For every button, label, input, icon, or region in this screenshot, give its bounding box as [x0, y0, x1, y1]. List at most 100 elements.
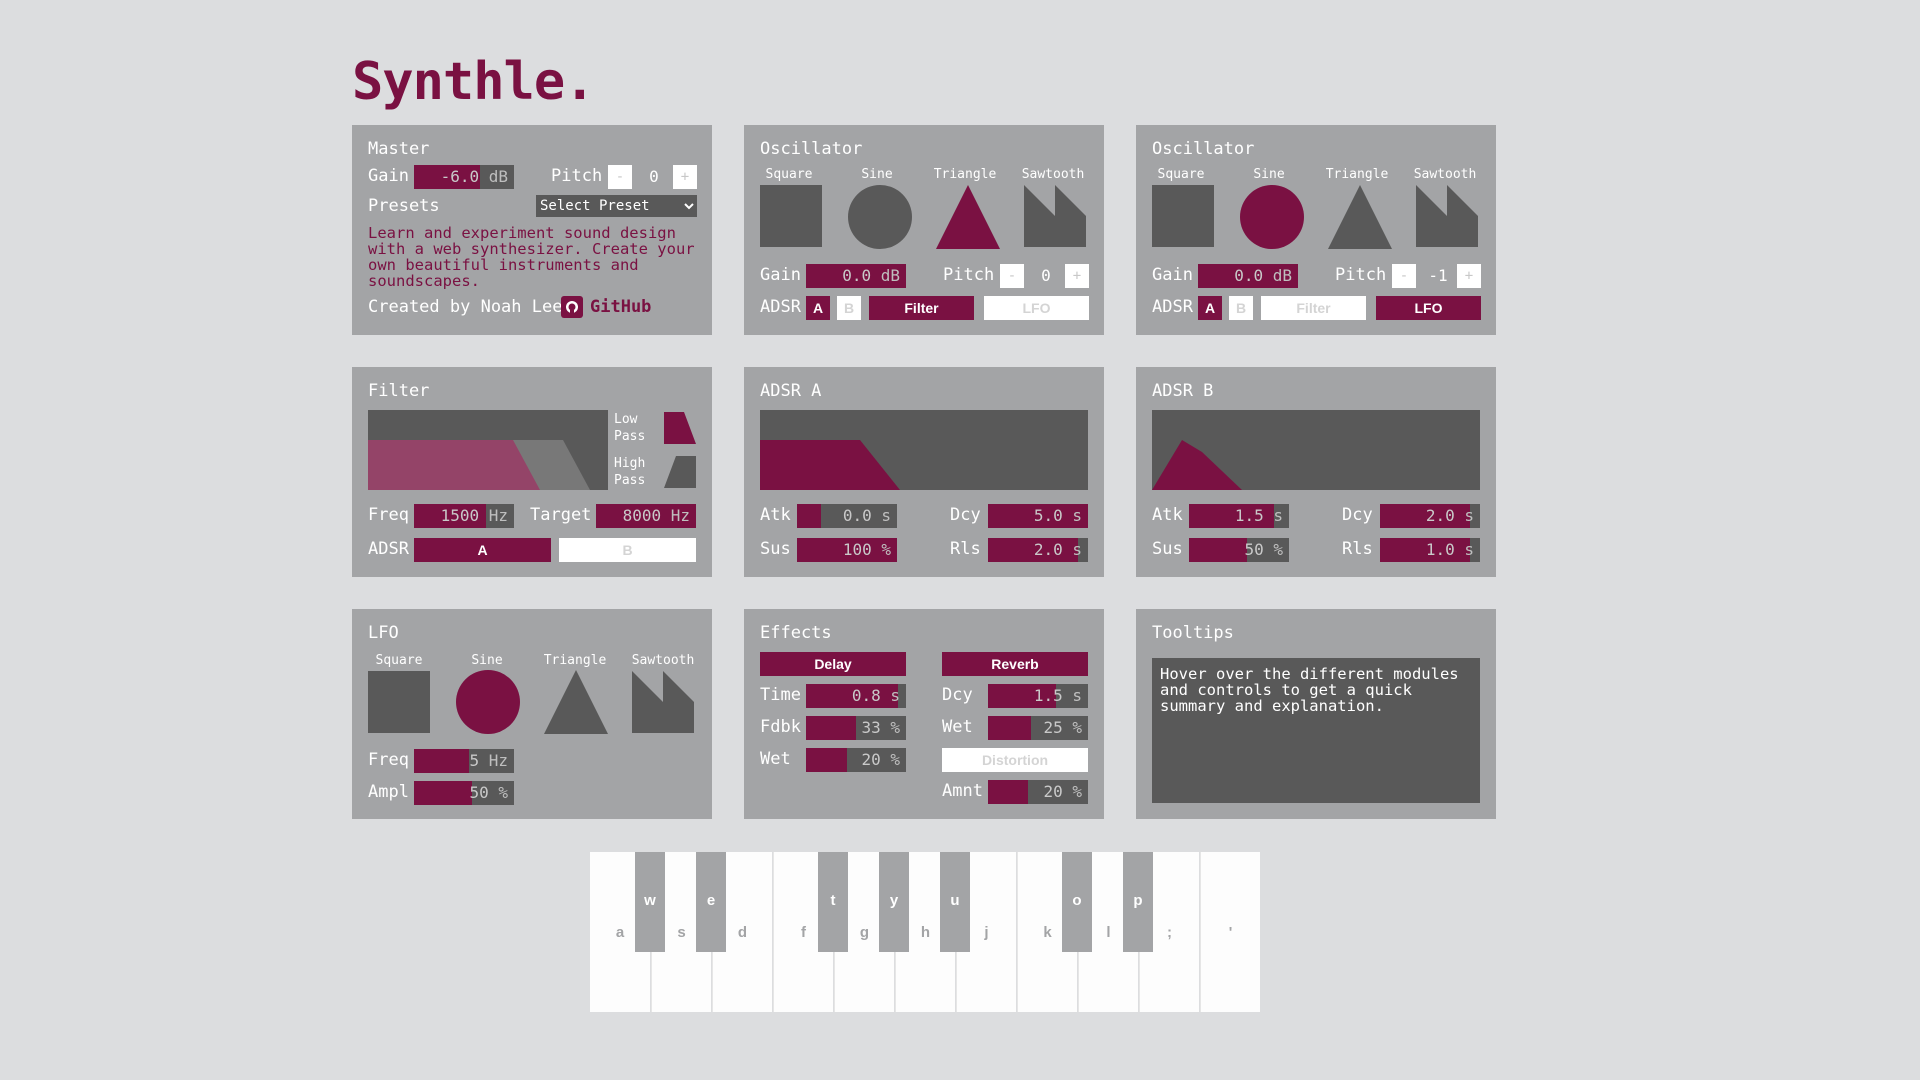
adsr-a-release-slider[interactable]: 2.0 s	[988, 538, 1088, 562]
low-pass-icon[interactable]	[664, 412, 696, 444]
wave-label-sawtooth: Sawtooth	[1021, 167, 1085, 182]
ampl-value: 50	[469, 783, 489, 802]
lfo-freq-slider[interactable]: 5 Hz	[414, 749, 514, 773]
target-value: 8000	[622, 506, 662, 525]
high-pass-icon[interactable]	[664, 456, 696, 488]
filter-toggle[interactable]: Filter	[869, 296, 974, 320]
wave-label-sawtooth: Sawtooth	[1413, 167, 1477, 182]
key-label: e	[706, 892, 716, 909]
preset-select[interactable]: Select Preset	[536, 195, 697, 217]
filter-curve-display	[368, 410, 608, 490]
square-wave-icon[interactable]	[760, 185, 822, 247]
dcy-label: Dcy	[1342, 505, 1373, 525]
key-label: y	[889, 892, 899, 909]
delay-toggle[interactable]: Delay	[760, 652, 906, 676]
black-key[interactable]: w	[635, 852, 665, 952]
atk-label: Atk	[1152, 505, 1183, 525]
pitch-increment-button[interactable]: +	[673, 165, 697, 189]
panel-heading: Oscillator	[1152, 139, 1255, 159]
adsr-label: ADSR	[1152, 297, 1193, 317]
adsr-a-decay-slider[interactable]: 5.0 s	[988, 504, 1088, 528]
triangle-wave-icon[interactable]	[936, 185, 1000, 249]
key-label: '	[1228, 924, 1233, 941]
pitch-decrement-button[interactable]: -	[608, 165, 632, 189]
reverb-toggle[interactable]: Reverb	[942, 652, 1088, 676]
delay-feedback-slider[interactable]: 33 %	[806, 716, 906, 740]
presets-label: Presets	[368, 196, 440, 216]
amnt-unit: %	[1072, 782, 1082, 801]
white-key[interactable]: '	[1200, 852, 1260, 1012]
rls-label: Rls	[950, 539, 981, 559]
osc2-gain-slider[interactable]: 0.0 dB	[1198, 264, 1298, 288]
master-panel: Master Gain -6.0 dB Pitch - 0 + Presets …	[352, 125, 712, 335]
reverb-wet-slider[interactable]: 25 %	[988, 716, 1088, 740]
adsr-b-panel: ADSR B Atk 1.5 s Dcy 2.0 s Sus 50 % Rls …	[1136, 367, 1496, 577]
atk-unit: s	[1273, 506, 1283, 525]
adsr-a-envelope-display	[760, 410, 1088, 490]
sawtooth-wave-icon[interactable]	[1024, 185, 1086, 247]
wave-label-sawtooth: Sawtooth	[631, 653, 695, 668]
black-key[interactable]: t	[818, 852, 848, 952]
adsr-label: ADSR	[760, 297, 801, 317]
square-wave-icon[interactable]	[368, 671, 430, 733]
pitch-decrement-button[interactable]: -	[1392, 264, 1416, 288]
adsr-a-sustain-slider[interactable]: 100 %	[797, 538, 897, 562]
sus-label: Sus	[1152, 539, 1183, 559]
adsr-b-attack-slider[interactable]: 1.5 s	[1189, 504, 1289, 528]
lfo-toggle[interactable]: LFO	[1376, 296, 1481, 320]
time-unit: s	[890, 686, 900, 705]
adsr-b-release-slider[interactable]: 1.0 s	[1380, 538, 1480, 562]
black-key[interactable]: e	[696, 852, 726, 952]
panel-heading: Master	[368, 139, 430, 159]
wave-label-square: Square	[765, 167, 813, 182]
description-text: Learn and experiment sound design with a…	[368, 224, 695, 290]
filter-panel: Filter Low Pass High Pass Freq 1500 Hz T…	[352, 367, 712, 577]
adsr-b-decay-slider[interactable]: 2.0 s	[1380, 504, 1480, 528]
triangle-wave-icon[interactable]	[544, 670, 608, 734]
osc1-gain-slider[interactable]: 0.0 dB	[806, 264, 906, 288]
master-gain-slider[interactable]: -6.0 dB	[414, 165, 514, 189]
pitch-increment-button[interactable]: +	[1065, 264, 1089, 288]
black-key[interactable]: u	[940, 852, 970, 952]
lfo-ampl-slider[interactable]: 50 %	[414, 781, 514, 805]
black-key[interactable]: o	[1062, 852, 1092, 952]
pitch-decrement-button[interactable]: -	[1000, 264, 1024, 288]
panel-heading: ADSR B	[1152, 381, 1214, 401]
github-link[interactable]: GitHub	[590, 297, 651, 317]
atk-value: 1.5	[1234, 506, 1264, 525]
fdbk-unit: %	[890, 718, 900, 737]
adsr-b-envelope-display	[1152, 410, 1480, 490]
triangle-wave-icon[interactable]	[1328, 185, 1392, 249]
adsr-b-toggle[interactable]: B	[1229, 296, 1253, 320]
adsr-b-toggle[interactable]: B	[559, 538, 696, 562]
adsr-b-sustain-slider[interactable]: 50 %	[1189, 538, 1289, 562]
black-key[interactable]: p	[1123, 852, 1153, 952]
sawtooth-wave-icon[interactable]	[1416, 185, 1478, 247]
github-icon[interactable]	[561, 296, 583, 318]
delay-wet-slider[interactable]: 20 %	[806, 748, 906, 772]
tooltip-display: Hover over the different modules and con…	[1152, 658, 1480, 803]
black-key[interactable]: y	[879, 852, 909, 952]
pitch-increment-button[interactable]: +	[1457, 264, 1481, 288]
square-wave-icon[interactable]	[1152, 185, 1214, 247]
delay-time-slider[interactable]: 0.8 s	[806, 684, 906, 708]
sine-wave-icon[interactable]	[456, 670, 520, 734]
distortion-toggle[interactable]: Distortion	[942, 748, 1088, 772]
sawtooth-wave-icon[interactable]	[632, 671, 694, 733]
distortion-amount-slider[interactable]: 20 %	[988, 780, 1088, 804]
adsr-a-toggle[interactable]: A	[806, 296, 830, 320]
filter-target-slider[interactable]: 8000 Hz	[596, 504, 696, 528]
reverb-decay-slider[interactable]: 1.5 s	[988, 684, 1088, 708]
sine-wave-icon[interactable]	[1240, 185, 1304, 249]
filter-toggle[interactable]: Filter	[1261, 296, 1366, 320]
adsr-a-toggle[interactable]: A	[1198, 296, 1222, 320]
sine-wave-icon[interactable]	[848, 185, 912, 249]
adsr-a-attack-slider[interactable]: 0.0 s	[797, 504, 897, 528]
adsr-a-toggle[interactable]: A	[414, 538, 551, 562]
ampl-unit: %	[498, 783, 508, 802]
adsr-b-toggle[interactable]: B	[837, 296, 861, 320]
lfo-toggle[interactable]: LFO	[984, 296, 1089, 320]
fdbk-value: 33	[861, 718, 881, 737]
filter-freq-slider[interactable]: 1500 Hz	[414, 504, 514, 528]
target-label: Target	[530, 505, 592, 525]
